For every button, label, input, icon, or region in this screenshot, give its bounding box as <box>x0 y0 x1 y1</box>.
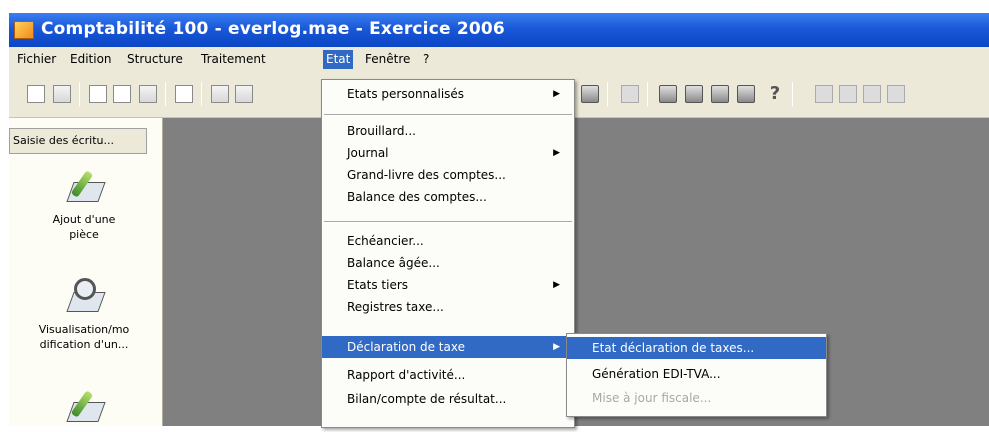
menu-item-label: Registres taxe... <box>347 300 444 314</box>
grey-tool-icon[interactable] <box>815 85 833 103</box>
menu-item-label: Balance âgée... <box>347 256 440 270</box>
menu-item-label: Génération EDI-TVA... <box>592 367 721 381</box>
print-ledger-icon[interactable] <box>685 85 703 103</box>
grey-tool-icon[interactable] <box>839 85 857 103</box>
menu-help[interactable]: ? <box>423 52 429 66</box>
toolbar-separator <box>607 82 608 106</box>
etat-menu: Etats personnalisés ▶ Brouillard... Jour… <box>321 79 575 428</box>
sidebar-item-label: Visualisation/mo <box>38 323 130 336</box>
menu-item-label: Etats personnalisés <box>347 87 465 101</box>
calculator-icon[interactable] <box>235 85 253 103</box>
print-balance-icon[interactable] <box>711 85 729 103</box>
sidebar-item-label: dification d'un... <box>39 338 129 351</box>
sidebar-panel: Saisie des écritu... Ajout d'une pièce V… <box>9 118 163 426</box>
menu-item-mise-a-jour-fiscale: Mise à jour fiscale... <box>567 387 826 409</box>
copy-icon[interactable] <box>89 85 107 103</box>
menu-item-brouillard[interactable]: Brouillard... <box>322 120 574 142</box>
toolbar-separator <box>647 82 648 106</box>
menu-edition[interactable]: Edition <box>70 52 112 66</box>
submenu-arrow-icon: ▶ <box>553 89 560 99</box>
print-icon[interactable] <box>581 85 599 103</box>
pencil-tray-icon <box>64 388 106 428</box>
window-title-bar[interactable]: Comptabilité 100 - everlog.mae - Exercic… <box>9 13 989 47</box>
new-document-icon[interactable] <box>27 85 45 103</box>
menu-item-label: Etats tiers <box>347 278 409 292</box>
menu-item-label: Grand-livre des comptes... <box>347 168 506 182</box>
print-preview-icon[interactable] <box>139 85 157 103</box>
menu-item-label: Déclaration de taxe <box>347 340 465 354</box>
menu-item-registres-taxe[interactable]: Registres taxe... <box>322 296 574 318</box>
menu-item-label: Brouillard... <box>347 124 416 138</box>
menu-item-label: Etat déclaration de taxes... <box>592 341 755 355</box>
menu-fichier[interactable]: Fichier <box>17 52 56 66</box>
open-document-icon[interactable] <box>53 85 71 103</box>
print-icon[interactable] <box>737 85 755 103</box>
menu-bar: Fichier Edition Structure Traitement Eta… <box>9 47 989 74</box>
menu-item-label: Journal <box>347 146 389 160</box>
menu-item-journal[interactable]: Journal ▶ <box>322 142 574 164</box>
menu-item-etats-tiers[interactable]: Etats tiers ▶ <box>322 274 574 296</box>
report-icon[interactable] <box>621 85 639 103</box>
menu-item-label: Mise à jour fiscale... <box>592 391 712 405</box>
menu-fenetre[interactable]: Fenêtre <box>365 52 410 66</box>
pencil-tray-icon <box>64 168 106 208</box>
grey-tool-icon[interactable] <box>887 85 905 103</box>
submenu-arrow-icon: ▶ <box>553 342 560 352</box>
sidebar-header-button[interactable]: Saisie des écritu... <box>9 128 147 154</box>
sidebar-item-third[interactable] <box>9 388 159 432</box>
menu-item-label: Echéancier... <box>347 234 424 248</box>
menu-item-grand-livre[interactable]: Grand-livre des comptes... <box>322 164 574 186</box>
sidebar-item-visualisation[interactable]: Visualisation/mo dification d'un... <box>9 278 159 352</box>
menu-structure[interactable]: Structure <box>127 52 183 66</box>
menu-separator <box>324 114 572 116</box>
taxe-submenu: Etat déclaration de taxes... Génération … <box>566 333 827 417</box>
menu-traitement[interactable]: Traitement <box>201 52 266 66</box>
toolbar-separator <box>792 82 793 106</box>
menu-item-generation-edi-tva[interactable]: Génération EDI-TVA... <box>567 363 826 385</box>
menu-item-declaration-taxe[interactable]: Déclaration de taxe ▶ <box>322 336 574 358</box>
window-icon[interactable] <box>211 85 229 103</box>
sidebar-item-label: pièce <box>69 228 99 241</box>
toolbar-separator <box>79 82 80 106</box>
menu-separator <box>324 221 572 223</box>
help-icon[interactable]: ? <box>766 85 784 103</box>
menu-etat[interactable]: Etat <box>323 50 354 69</box>
toolbar-separator <box>201 82 202 106</box>
window-title: Comptabilité 100 - everlog.mae - Exercic… <box>41 19 505 39</box>
menu-item-rapport-activite[interactable]: Rapport d'activité... <box>322 364 574 386</box>
menu-item-label: Bilan/compte de résultat... <box>347 392 507 406</box>
submenu-arrow-icon: ▶ <box>553 148 560 158</box>
sidebar-item-ajout-piece[interactable]: Ajout d'une pièce <box>9 168 159 242</box>
menu-item-balance-agee[interactable]: Balance âgée... <box>322 252 574 274</box>
submenu-arrow-icon: ▶ <box>553 280 560 290</box>
menu-item-label: Balance des comptes... <box>347 190 487 204</box>
toolbar-separator <box>165 82 166 106</box>
menu-item-balance-comptes[interactable]: Balance des comptes... <box>322 186 574 208</box>
menu-item-bilan[interactable]: Bilan/compte de résultat... <box>322 388 574 410</box>
grey-tool-icon[interactable] <box>863 85 881 103</box>
magnifier-tray-icon <box>64 278 106 318</box>
print-journal-icon[interactable] <box>659 85 677 103</box>
menu-item-echeancier[interactable]: Echéancier... <box>322 230 574 252</box>
menu-item-etats-personnalises[interactable]: Etats personnalisés ▶ <box>322 83 574 105</box>
app-icon <box>14 21 34 39</box>
menu-item-label: Rapport d'activité... <box>347 368 466 382</box>
sidebar-item-label: Ajout d'une <box>52 213 116 226</box>
paste-icon[interactable] <box>113 85 131 103</box>
undo-icon[interactable] <box>175 85 193 103</box>
menu-item-etat-declaration-taxes[interactable]: Etat déclaration de taxes... <box>567 337 826 359</box>
